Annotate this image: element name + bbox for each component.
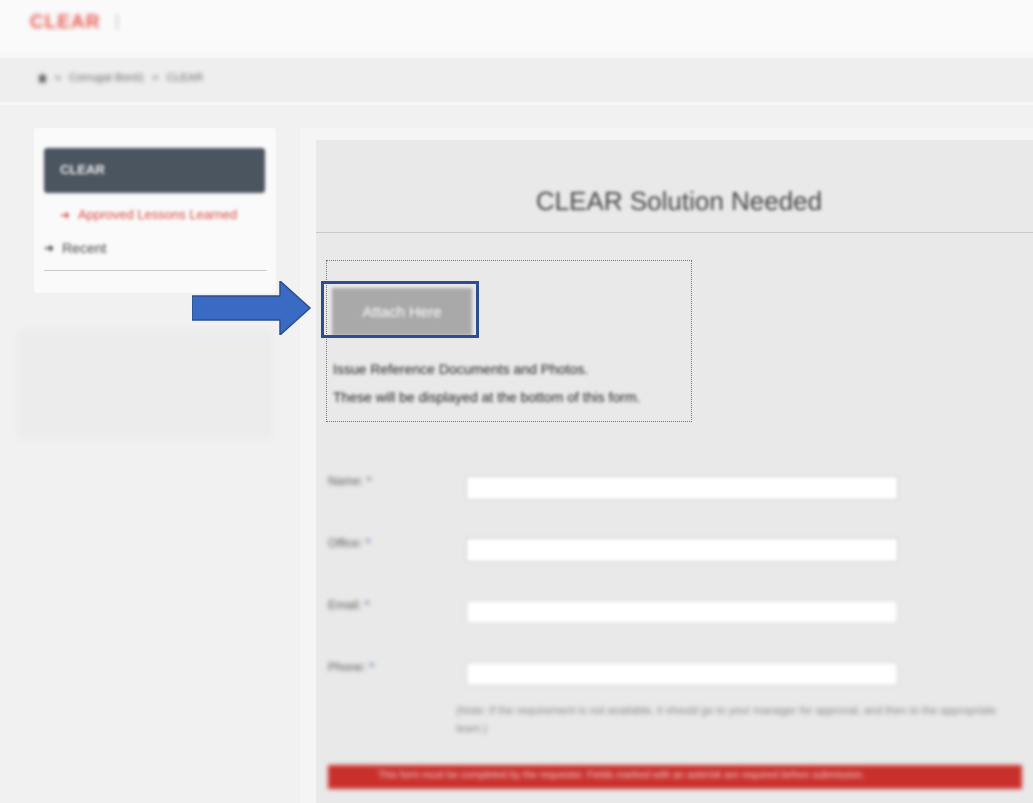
form-notice-text: This form must be completed by the reque… bbox=[378, 770, 865, 781]
sidebar-header[interactable]: CLEAR bbox=[44, 148, 265, 193]
sidebar-item-recent[interactable]: ➜ Recent bbox=[44, 240, 106, 256]
app-logo[interactable]: CLEAR bbox=[30, 12, 100, 34]
sidebar-item-label: Approved Lessons Learned bbox=[78, 207, 238, 222]
email-label: Email: * bbox=[328, 598, 370, 612]
attachment-help-line-2: These will be displayed at the bottom of… bbox=[333, 389, 641, 405]
top-bar bbox=[0, 0, 1033, 52]
highlight-frame bbox=[321, 281, 479, 338]
logo-separator: | bbox=[115, 13, 120, 30]
arrow-right-icon: ➜ bbox=[60, 207, 71, 222]
sidebar-divider bbox=[44, 270, 267, 271]
background-panel bbox=[18, 330, 273, 440]
breadcrumb-separator: » bbox=[152, 72, 159, 84]
page-title: CLEAR Solution Needed bbox=[535, 186, 823, 216]
email-field[interactable] bbox=[466, 600, 898, 624]
pointer-arrow-icon bbox=[192, 281, 312, 335]
arrow-right-icon: ➜ bbox=[44, 241, 55, 255]
breadcrumb-separator: » bbox=[55, 72, 62, 84]
home-icon[interactable] bbox=[38, 73, 47, 83]
sidebar-item-approved-lessons[interactable]: ➜ Approved Lessons Learned bbox=[60, 207, 237, 222]
sidebar-item-label: Recent bbox=[62, 240, 107, 256]
title-divider bbox=[316, 232, 1033, 233]
phone-label: Phone: * bbox=[328, 660, 375, 674]
attachment-help-line-1: Issue Reference Documents and Photos. bbox=[333, 361, 589, 377]
phone-field[interactable] bbox=[466, 662, 898, 686]
breadcrumb-item-site[interactable]: Corrugat Bord1 bbox=[69, 72, 144, 84]
office-label: Office: * bbox=[328, 536, 371, 550]
breadcrumb-item-clear[interactable]: CLEAR bbox=[166, 72, 203, 84]
form-help-text: (Note: If the requirement is not availab… bbox=[456, 705, 996, 735]
form-notice-bar: This form must be completed by the reque… bbox=[328, 765, 1022, 789]
breadcrumb: » Corrugat Bord1 » CLEAR bbox=[38, 72, 203, 84]
office-field[interactable] bbox=[466, 538, 898, 562]
name-field[interactable] bbox=[466, 476, 898, 500]
sidebar-header-label: CLEAR bbox=[60, 162, 105, 177]
name-label: Name: * bbox=[328, 474, 372, 488]
